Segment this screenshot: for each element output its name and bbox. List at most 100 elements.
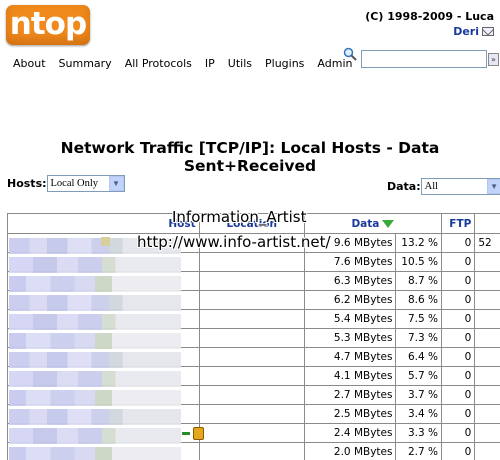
ftp-cell: 0 (440, 309, 476, 329)
location-cell (198, 290, 305, 310)
next-column-cell (474, 309, 500, 329)
next-column-cell (474, 347, 500, 367)
ftp-cell: 0 (440, 347, 476, 367)
search-go-button[interactable]: » (488, 53, 499, 66)
location-cell (198, 252, 305, 272)
column-header-data[interactable]: Data (303, 213, 442, 234)
next-column-cell (474, 252, 500, 272)
next-column-cell (474, 366, 500, 386)
sort-down-icon (382, 219, 395, 228)
location-cell (198, 366, 305, 386)
search-icon (343, 47, 357, 61)
ftp-cell: 0 (440, 404, 476, 424)
location-cell (198, 328, 305, 348)
ftp-cell: 0 (440, 366, 476, 386)
percent-cell: 8.7 % (395, 271, 442, 291)
author-name: Deri (453, 25, 479, 38)
menu-item-about[interactable]: About (13, 57, 46, 70)
ftp-cell: 0 (440, 442, 476, 460)
lock-icon (193, 427, 204, 440)
data-cell: 7.6 MBytes (303, 252, 397, 272)
column-header-next (474, 213, 500, 234)
ftp-cell: 0 (440, 290, 476, 310)
data-cell: 2.5 MBytes (303, 404, 397, 424)
menu-item-utils[interactable]: Utils (228, 57, 252, 70)
host-name-redacted[interactable] (9, 257, 181, 273)
column-header-ftp[interactable]: FTP (440, 213, 476, 234)
percent-cell: 3.3 % (395, 423, 442, 443)
data-filter-label: Data: (387, 180, 421, 193)
main-menu: About Summary All Protocols IP Utils Plu… (13, 57, 365, 70)
hosts-select[interactable]: Local Only ▼ (46, 175, 125, 192)
copyright-text: (C) 1998-2009 - Luca (365, 10, 494, 23)
host-name-redacted[interactable] (9, 371, 181, 387)
percent-cell: 7.3 % (395, 328, 442, 348)
data-cell: 2.0 MBytes (303, 442, 397, 460)
data-cell: 6.2 MBytes (303, 290, 397, 310)
ftp-cell: 0 (440, 423, 476, 443)
location-cell (198, 347, 305, 367)
percent-cell: 3.4 % (395, 404, 442, 424)
next-column-cell: 52 (474, 233, 500, 253)
data-cell: 5.3 MBytes (303, 328, 397, 348)
host-name-redacted[interactable] (9, 352, 181, 368)
ftp-cell: 0 (440, 271, 476, 291)
menu-item-ip[interactable]: IP (205, 57, 215, 70)
column-header-data-label: Data (351, 217, 380, 230)
next-column-cell (474, 404, 500, 424)
host-name-redacted[interactable] (9, 276, 181, 292)
ftp-cell: 0 (440, 233, 476, 253)
next-column-cell (474, 385, 500, 405)
host-name-redacted[interactable] (9, 333, 181, 349)
location-cell (198, 442, 305, 460)
next-column-cell (474, 442, 500, 460)
watermark-url: http://www.info-artist.net/ (137, 233, 331, 251)
percent-cell: 6.4 % (395, 347, 442, 367)
next-column-cell (474, 328, 500, 348)
host-name-redacted[interactable] (9, 428, 181, 444)
mail-icon[interactable] (482, 27, 494, 36)
location-cell (198, 404, 305, 424)
data-cell: 5.4 MBytes (303, 309, 397, 329)
data-select[interactable]: All ▼ (420, 178, 500, 195)
location-cell (198, 423, 305, 443)
data-cell: 2.4 MBytes (303, 423, 397, 443)
author-link[interactable]: Deri (453, 25, 494, 38)
next-column-cell (474, 423, 500, 443)
data-filter: Data: All ▼ (387, 178, 500, 195)
page-title: Network Traffic [TCP/IP]: Local Hosts - … (60, 139, 440, 175)
percent-cell: 10.5 % (395, 252, 442, 272)
host-icons (182, 427, 204, 440)
percent-cell: 5.7 % (395, 366, 442, 386)
host-name-redacted[interactable] (9, 390, 181, 406)
percent-cell: 7.5 % (395, 309, 442, 329)
chevron-down-icon: ▼ (108, 176, 124, 191)
data-select-value: All (424, 181, 439, 192)
menu-item-all-protocols[interactable]: All Protocols (125, 57, 192, 70)
ftp-cell: 0 (440, 328, 476, 348)
data-cell: 4.7 MBytes (303, 347, 397, 367)
location-cell (198, 271, 305, 291)
column-header-host[interactable]: Host (7, 213, 200, 234)
hosts-select-value: Local Only (50, 178, 99, 189)
watermark-name: Information_Artist (172, 208, 307, 226)
host-name-redacted[interactable] (9, 447, 181, 460)
location-cell (198, 385, 305, 405)
local-host-icon (182, 432, 190, 435)
hosts-filter: Hosts: Local Only ▼ (7, 175, 125, 192)
host-name-redacted[interactable] (9, 295, 181, 311)
menu-item-summary[interactable]: Summary (59, 57, 112, 70)
ftp-cell: 0 (440, 385, 476, 405)
location-cell (198, 309, 305, 329)
menu-item-plugins[interactable]: Plugins (265, 57, 304, 70)
search-input[interactable] (361, 50, 487, 68)
percent-cell: 8.6 % (395, 290, 442, 310)
host-name-redacted[interactable] (9, 314, 181, 330)
chevron-down-icon: ▼ (486, 179, 500, 194)
data-cell: 4.1 MBytes (303, 366, 397, 386)
next-column-cell (474, 271, 500, 291)
flag-icon (101, 237, 110, 246)
host-name-redacted[interactable] (9, 409, 181, 425)
ntop-logo[interactable]: ntop (6, 5, 90, 45)
ftp-cell: 0 (440, 252, 476, 272)
